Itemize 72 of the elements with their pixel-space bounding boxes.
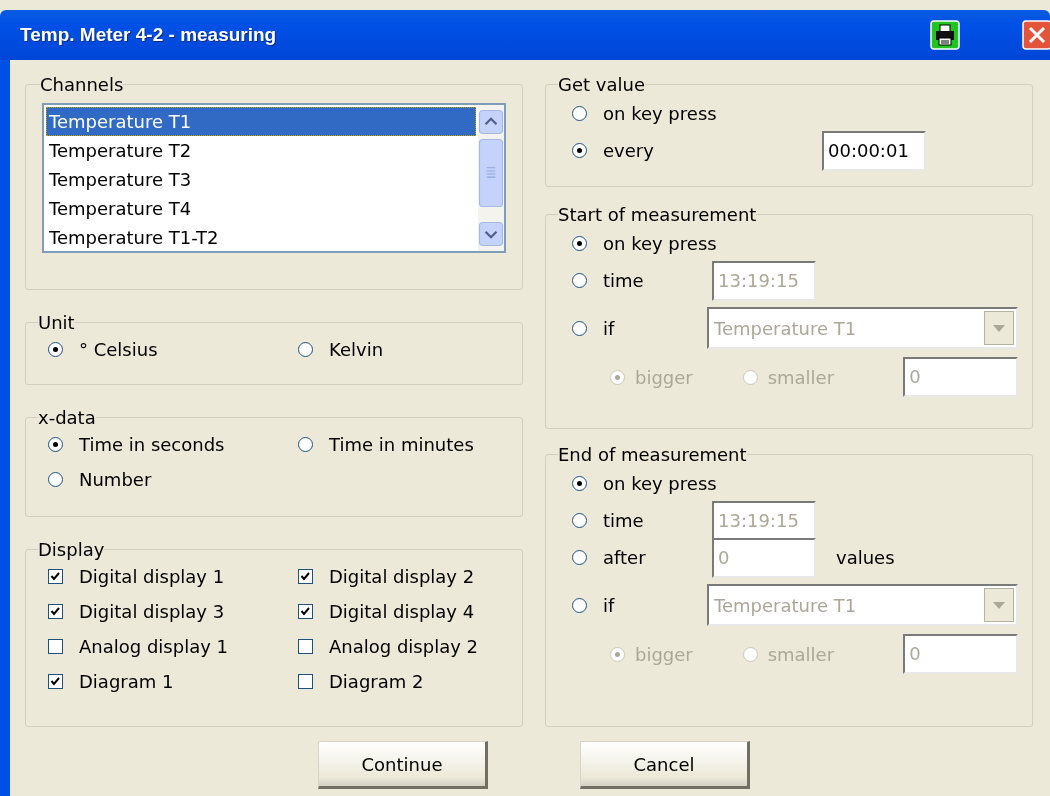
group-label: End of measurement (558, 444, 747, 465)
option-label: Digital display 2 (329, 566, 475, 587)
option-label: Digital display 1 (79, 566, 225, 587)
option-label: bigger (635, 643, 693, 665)
option-label: Digital display 3 (79, 601, 225, 622)
option-label: Time in minutes (329, 434, 474, 455)
scroll-thumb-icon[interactable] (479, 139, 503, 207)
dialog-button[interactable]: Cancel (580, 741, 750, 789)
scroll-up-icon[interactable] (479, 109, 503, 135)
checkbox[interactable] (48, 569, 63, 584)
checkbox[interactable] (298, 674, 313, 689)
radio-button[interactable] (572, 273, 587, 288)
unit-label: values (836, 547, 895, 568)
checkbox[interactable] (298, 569, 313, 584)
list-item[interactable]: Temperature T3 (46, 165, 476, 194)
checkbox[interactable] (298, 639, 313, 654)
option-label: Digital display 4 (329, 601, 475, 622)
option-label: smaller (767, 643, 835, 665)
option-label: after (603, 547, 646, 568)
option-label: on key press (603, 473, 717, 494)
radio-button[interactable] (298, 342, 313, 357)
text-field[interactable]: 00:00:01 (822, 130, 926, 171)
list-item[interactable]: Temperature T1-T2 (46, 223, 476, 252)
list-item[interactable]: Temperature T1 (46, 107, 476, 136)
option-label: Analog display 2 (329, 636, 478, 657)
group-label: Unit (38, 312, 75, 333)
option-label: on key press (603, 233, 717, 254)
option-label: time (603, 270, 644, 291)
option-label: Number (79, 469, 152, 490)
option-label: Diagram 1 (79, 671, 174, 692)
close-icon[interactable] (1022, 20, 1050, 50)
radio-button[interactable] (572, 476, 587, 491)
window-title: Temp. Meter 4-2 - measuring (20, 24, 278, 46)
radio-button[interactable] (48, 342, 63, 357)
checkbox[interactable] (298, 604, 313, 619)
list-item[interactable]: Temperature T2 (46, 136, 476, 165)
option-label: bigger (635, 366, 693, 388)
radio-button[interactable] (572, 236, 587, 251)
option-label: if (603, 317, 615, 339)
group-label: Channels (40, 74, 124, 95)
radio-button[interactable] (572, 513, 587, 528)
option-label: on key press (603, 103, 717, 124)
dialog-button[interactable]: Continue (318, 741, 488, 789)
option-label: smaller (767, 366, 835, 388)
option-label: Time in seconds (79, 434, 225, 455)
option-label: Diagram 2 (329, 671, 424, 692)
option-label: ° Celsius (79, 339, 158, 360)
scroll-down-icon[interactable] (479, 221, 503, 247)
option-label: Analog display 1 (79, 636, 228, 657)
group-label: Get value (558, 74, 645, 95)
radio-button[interactable] (572, 550, 587, 565)
printer-icon[interactable] (930, 20, 960, 50)
radio-button[interactable] (48, 437, 63, 452)
checkbox[interactable] (48, 639, 63, 654)
checkbox[interactable] (48, 604, 63, 619)
option-label: time (603, 510, 644, 531)
radio-button[interactable] (572, 143, 587, 158)
group-label: Start of measurement (558, 204, 757, 225)
option-label: if (603, 594, 615, 616)
checkbox[interactable] (48, 674, 63, 689)
radio-button[interactable] (572, 106, 587, 121)
radio-button[interactable] (298, 437, 313, 452)
option-label: every (603, 140, 654, 161)
channel-list[interactable]: Temperature T1 Temperature T2 Temperature T3 Temperature T4 Temperature T1-T2 (42, 103, 506, 253)
list-item[interactable]: Temperature T4 (46, 194, 476, 223)
option-label: Kelvin (329, 339, 384, 360)
group-label: Display (38, 539, 105, 560)
radio-button[interactable] (48, 472, 63, 487)
radio-button[interactable] (572, 597, 587, 613)
group-label: x-data (38, 407, 96, 428)
scrollbar[interactable] (478, 105, 504, 251)
radio-button[interactable] (572, 320, 587, 336)
